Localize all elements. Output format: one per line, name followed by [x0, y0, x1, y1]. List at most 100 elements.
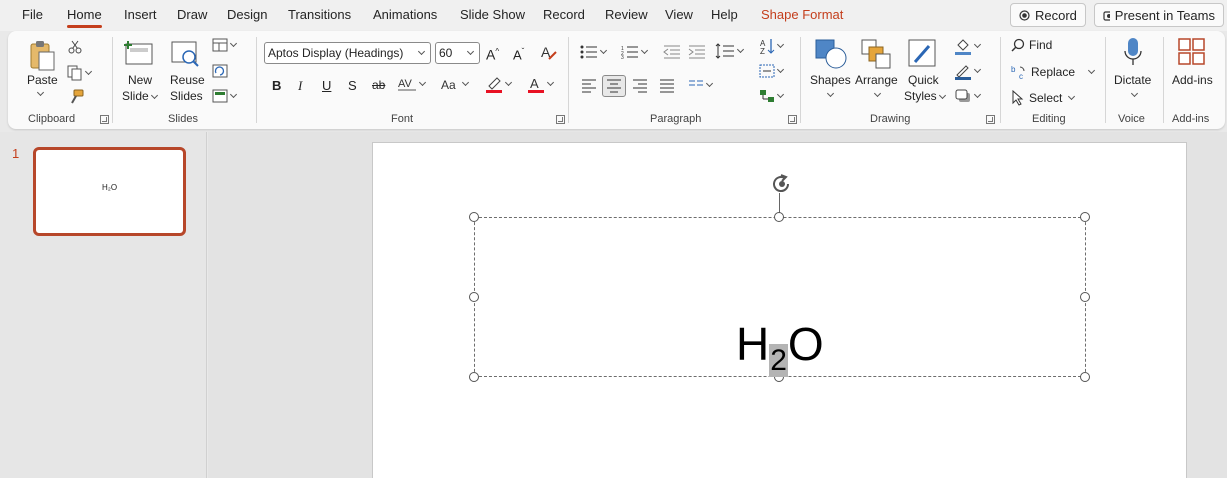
tab-file[interactable]: File — [22, 7, 43, 22]
columns-chevron-icon — [705, 79, 714, 87]
bold-button[interactable]: B — [272, 78, 281, 93]
resize-handle-right[interactable] — [1080, 292, 1090, 302]
record-button[interactable]: Record — [1010, 3, 1086, 27]
select-chevron-icon — [1068, 92, 1076, 100]
paragraph-dialog-launcher[interactable] — [788, 115, 797, 124]
present-button-label: Present in Teams — [1114, 7, 1215, 23]
strikethrough-button[interactable]: ab — [372, 78, 385, 93]
font-name-combo[interactable]: Aptos Display (Headings) — [264, 42, 431, 64]
present-in-teams-button[interactable]: Present in Teams — [1094, 3, 1224, 27]
font-name-chevron-icon — [417, 47, 426, 56]
replace-icon: bc — [1011, 65, 1025, 80]
columns-icon — [689, 80, 703, 86]
justify-icon[interactable] — [659, 79, 675, 93]
slide-thumbnail[interactable]: H₂O — [33, 147, 186, 236]
paste-button[interactable] — [28, 39, 56, 74]
editing-group-label: Editing — [1032, 113, 1066, 125]
tab-transitions[interactable]: Transitions — [288, 7, 351, 22]
highlighter-icon — [486, 77, 502, 93]
font-size-combo[interactable]: 60 — [435, 42, 480, 64]
resize-handle-bottom-left[interactable] — [469, 372, 479, 382]
align-right-icon[interactable] — [632, 79, 648, 93]
resize-handle-top-right[interactable] — [1080, 212, 1090, 222]
reuse-slides-icon[interactable] — [170, 40, 202, 68]
tab-review[interactable]: Review — [605, 7, 648, 22]
copy-button[interactable] — [67, 65, 93, 81]
replace-button[interactable]: bc Replace — [1011, 64, 1096, 80]
increase-indent-icon[interactable] — [688, 45, 706, 59]
microphone-icon[interactable] — [1123, 37, 1143, 69]
shapes-icon[interactable] — [814, 38, 848, 70]
font-color-button[interactable]: A — [527, 75, 555, 93]
tab-view[interactable]: View — [665, 7, 693, 22]
character-spacing-chevron-icon — [418, 78, 427, 86]
shape-effects-button[interactable] — [954, 88, 982, 104]
resize-handle-top[interactable] — [774, 212, 784, 222]
tab-insert[interactable]: Insert — [124, 7, 157, 22]
layout-chevron-icon — [229, 39, 238, 47]
text-direction-button[interactable]: AZ — [759, 37, 785, 55]
decrease-indent-icon[interactable] — [663, 45, 681, 59]
align-center-button[interactable] — [602, 75, 626, 97]
highlight-color-button[interactable] — [485, 75, 513, 93]
text-o: O — [787, 318, 824, 370]
columns-button[interactable] — [688, 78, 714, 92]
select-button[interactable]: Select — [1011, 90, 1076, 106]
cut-icon[interactable] — [68, 40, 82, 54]
record-button-label: Record — [1035, 7, 1077, 23]
add-ins-icon[interactable] — [1178, 38, 1206, 66]
drawing-dialog-launcher[interactable] — [986, 115, 995, 124]
bullets-button[interactable] — [580, 45, 608, 59]
tab-draw[interactable]: Draw — [177, 7, 207, 22]
paste-chevron-icon[interactable] — [36, 88, 45, 97]
slide-text-h2o[interactable]: H2O — [736, 317, 824, 378]
font-dialog-launcher[interactable] — [556, 115, 565, 124]
tab-design[interactable]: Design — [227, 7, 267, 22]
new-slide-icon[interactable] — [124, 40, 156, 68]
quick-styles-icon[interactable] — [907, 38, 939, 70]
resize-handle-left[interactable] — [469, 292, 479, 302]
tab-animations[interactable]: Animations — [373, 7, 437, 22]
italic-button[interactable]: I — [298, 78, 302, 93]
resize-handle-top-left[interactable] — [469, 212, 479, 222]
section-button[interactable] — [212, 89, 238, 103]
bullets-chevron-icon — [599, 46, 608, 54]
increase-font-size-icon[interactable]: A^ — [486, 44, 499, 63]
find-button[interactable]: Find — [1011, 38, 1052, 52]
numbering-button[interactable]: 123 — [621, 45, 649, 59]
new-slide-label-1: New — [128, 73, 153, 87]
clear-formatting-icon[interactable]: A — [540, 43, 558, 61]
underline-button[interactable]: U — [322, 78, 331, 93]
dictate-chevron-icon — [1130, 89, 1139, 98]
align-left-icon[interactable] — [581, 79, 597, 93]
line-spacing-button[interactable] — [715, 43, 745, 59]
clipboard-dialog-launcher[interactable] — [100, 115, 109, 124]
shape-fill-button[interactable] — [954, 37, 982, 55]
tab-slide-show[interactable]: Slide Show — [460, 7, 525, 22]
smartart-button[interactable] — [759, 89, 785, 103]
shape-outline-icon — [955, 65, 971, 80]
layout-button[interactable] — [212, 38, 238, 52]
resize-handle-bottom-right[interactable] — [1080, 372, 1090, 382]
rotate-handle-icon[interactable] — [770, 173, 794, 195]
new-slide-chevron-icon — [150, 91, 158, 100]
change-case-button[interactable]: Aa — [440, 77, 470, 91]
separator — [568, 37, 569, 123]
new-slide-label-2: Slide — [122, 89, 158, 104]
reset-slide-icon[interactable] — [212, 64, 228, 78]
decrease-font-size-icon[interactable]: Aˇ — [513, 44, 524, 62]
tab-help[interactable]: Help — [711, 7, 738, 22]
shape-outline-button[interactable] — [954, 62, 982, 80]
arrange-icon[interactable] — [860, 38, 892, 70]
select-cursor-icon — [1012, 90, 1024, 106]
format-painter-icon[interactable] — [68, 89, 84, 105]
tab-record[interactable]: Record — [543, 7, 585, 22]
tab-shape-format[interactable]: Shape Format — [761, 7, 843, 22]
shape-effects-icon — [955, 89, 970, 102]
separator — [1105, 37, 1106, 123]
text-shadow-button[interactable]: S — [348, 78, 357, 93]
align-text-button[interactable] — [759, 64, 785, 78]
copy-chevron-icon — [84, 67, 93, 75]
tab-home[interactable]: Home — [67, 7, 102, 28]
character-spacing-button[interactable]: AV — [397, 77, 427, 91]
